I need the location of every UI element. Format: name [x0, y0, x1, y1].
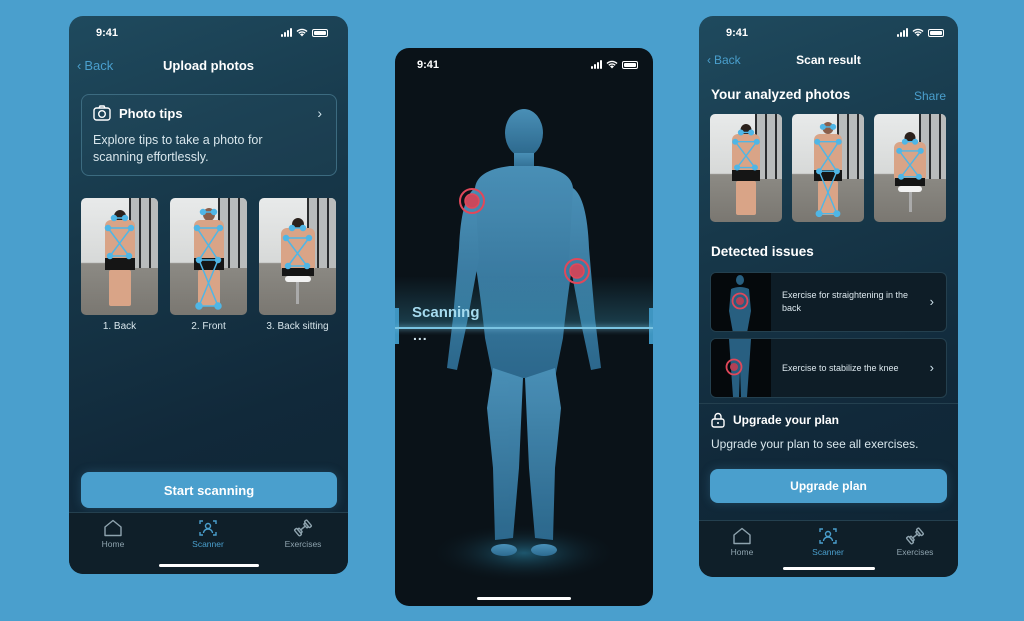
- tab-exercises[interactable]: Exercises: [268, 519, 338, 549]
- hotspot-shoulder-icon[interactable]: [458, 187, 486, 215]
- start-scanning-button[interactable]: Start scanning: [81, 472, 337, 508]
- nav-bar: ‹ Back Upload photos: [69, 56, 348, 78]
- status-time: 9:41: [96, 27, 119, 39]
- issue-label: Exercise to stabilize the knee: [782, 362, 899, 373]
- scan-result-screen: 9:41 ‹ Back Scan result Your analyzed pho…: [699, 16, 958, 577]
- back-button[interactable]: ‹ Back: [707, 53, 741, 67]
- upgrade-header: Upgrade your plan: [711, 412, 839, 428]
- analyzed-photo-back[interactable]: [710, 114, 782, 222]
- scanning-label: Scanning: [412, 304, 480, 321]
- issue-thumbnail: [711, 273, 771, 331]
- floor-glow: [429, 523, 619, 583]
- pose-overlay: [814, 123, 842, 218]
- photo-list: 1. Back 2. Front 3. Back sitting: [81, 198, 336, 332]
- pose-overlay: [193, 208, 224, 310]
- chevron-right-icon: ›: [317, 105, 322, 121]
- home-indicator: [782, 567, 875, 570]
- analyzed-photo-list: [710, 114, 946, 222]
- pose-overlay: [282, 224, 313, 270]
- photo-thumbnail: [259, 198, 336, 315]
- divider: [699, 403, 958, 404]
- wifi-icon: [296, 28, 308, 37]
- upload-photos-screen: 9:41 ‹ Back Upload photos Photo tips › Ex…: [69, 16, 348, 574]
- upgrade-description: Upgrade your plan to see all exercises.: [711, 437, 919, 451]
- home-indicator: [158, 564, 259, 567]
- upgrade-title: Upgrade your plan: [733, 413, 840, 427]
- lock-icon: [711, 412, 725, 428]
- photo-tips-card[interactable]: Photo tips › Explore tips to take a phot…: [81, 94, 337, 176]
- chevron-right-icon: ›: [929, 360, 934, 375]
- wifi-icon: [912, 28, 924, 37]
- pose-overlay: [732, 129, 760, 171]
- tab-exercises[interactable]: Exercises: [880, 527, 950, 557]
- photo-label: 3. Back sitting: [266, 321, 329, 332]
- tab-scanner[interactable]: Scanner: [793, 527, 863, 557]
- pose-overlay: [896, 138, 924, 180]
- photo-label: 2. Front: [191, 321, 226, 332]
- home-indicator: [477, 597, 571, 600]
- chevron-left-icon: ‹: [77, 58, 82, 73]
- signal-icon: [281, 28, 292, 37]
- scan-edge-right: [649, 308, 653, 344]
- home-icon: [104, 519, 122, 537]
- tab-scanner[interactable]: Scanner: [173, 519, 243, 549]
- scanning-progress-dots: ...: [413, 327, 428, 343]
- status-time: 9:41: [726, 27, 749, 39]
- scanner-icon: [819, 528, 837, 544]
- signal-icon: [897, 28, 908, 37]
- back-button[interactable]: ‹ Back: [77, 58, 113, 73]
- issue-thumbnail: [711, 339, 771, 397]
- scan-edge-left: [395, 308, 399, 344]
- photo-item-front[interactable]: 2. Front: [170, 198, 247, 332]
- issue-item-back[interactable]: Exercise for straightening in the back ›: [710, 272, 947, 332]
- scan-line: [395, 327, 653, 329]
- chevron-left-icon: ‹: [707, 53, 711, 67]
- photo-tips-title: Photo tips: [119, 105, 183, 121]
- upgrade-plan-button[interactable]: Upgrade plan: [710, 469, 947, 503]
- tab-home[interactable]: Home: [707, 527, 777, 557]
- pose-overlay: [104, 214, 135, 260]
- analyzed-photo-front[interactable]: [792, 114, 864, 222]
- scanner-icon: [199, 520, 217, 536]
- issue-item-knee[interactable]: Exercise to stabilize the knee ›: [710, 338, 947, 398]
- photo-item-back[interactable]: 1. Back: [81, 198, 158, 332]
- tab-bar: Home Scanner Exercises: [699, 520, 958, 577]
- photo-tips-description: Explore tips to take a photo for scannin…: [93, 133, 263, 164]
- analyzed-photos-title: Your analyzed photos: [711, 87, 851, 102]
- detected-issues-title: Detected issues: [711, 244, 814, 259]
- issue-label: Exercise for straightening in the back: [782, 290, 909, 313]
- photo-label: 1. Back: [102, 321, 137, 332]
- camera-icon: [93, 105, 111, 121]
- scanning-screen: 9:41 Scanning ...: [395, 48, 653, 606]
- battery-icon: [928, 28, 944, 37]
- tab-home[interactable]: Home: [78, 519, 148, 549]
- analyzed-photo-sitting[interactable]: [874, 114, 946, 222]
- battery-icon: [312, 28, 328, 37]
- home-icon: [733, 527, 751, 545]
- status-bar: 9:41: [69, 26, 348, 42]
- nav-bar: ‹ Back Scan result: [699, 53, 958, 75]
- hotspot-elbow-icon[interactable]: [563, 257, 591, 285]
- tab-bar: Home Scanner Exercises: [69, 512, 348, 574]
- photo-thumbnail: [81, 198, 158, 315]
- dumbbell-icon: [906, 527, 924, 545]
- share-button[interactable]: Share: [914, 89, 946, 103]
- photo-item-back-sitting[interactable]: 3. Back sitting: [259, 198, 336, 332]
- chevron-right-icon: ›: [929, 294, 934, 309]
- status-bar: 9:41: [699, 26, 958, 42]
- photo-thumbnail: [170, 198, 247, 315]
- dumbbell-icon: [294, 519, 312, 537]
